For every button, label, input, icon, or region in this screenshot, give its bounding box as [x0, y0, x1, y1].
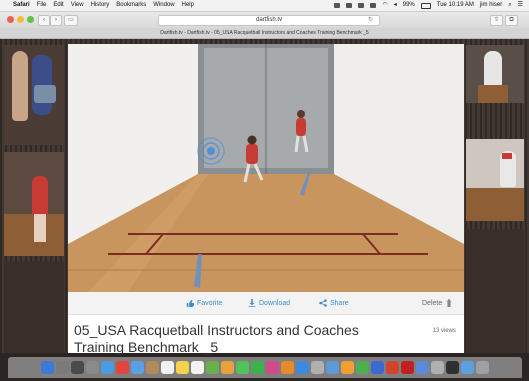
thumbnail-player-cap [502, 153, 512, 159]
reminders-icon[interactable] [191, 361, 204, 374]
finder-icon[interactable] [41, 361, 54, 374]
battery-icon[interactable] [420, 2, 431, 9]
search-icon[interactable]: ⌕ [508, 0, 511, 11]
share-button[interactable]: Share [319, 299, 349, 307]
messages-icon[interactable] [236, 361, 249, 374]
powerpoint-icon[interactable] [386, 361, 399, 374]
launchpad-icon[interactable] [56, 361, 69, 374]
pages-icon[interactable] [341, 361, 354, 374]
menu-bookmarks[interactable]: Bookmarks [116, 0, 146, 11]
thumbnail-left-top[interactable] [4, 45, 64, 145]
movie-icon[interactable] [446, 361, 459, 374]
window-minimize-button[interactable] [17, 16, 24, 23]
thumbnail-player [32, 176, 48, 216]
photos-icon[interactable] [221, 361, 234, 374]
menu-bar: Safari File Edit View History Bookmarks … [0, 0, 529, 12]
share-toolbar-button[interactable]: ⇧ [490, 15, 503, 26]
menu-window[interactable]: Window [153, 0, 174, 11]
menu-app-name[interactable]: Safari [13, 0, 30, 11]
window-maximize-button[interactable] [27, 16, 34, 23]
thumbnail-right-top[interactable] [466, 45, 524, 103]
thumbnail-figure [12, 51, 28, 121]
address-url: dartfish.tv [255, 17, 282, 23]
video-player[interactable] [68, 44, 464, 292]
notification-center-icon[interactable]: ☰ [518, 0, 523, 11]
safari-icon[interactable] [101, 361, 114, 374]
mail-icon[interactable] [131, 361, 144, 374]
status-icon-3[interactable] [358, 3, 365, 8]
thumbnail-left-3[interactable] [4, 261, 64, 353]
video-info-panel: Favorite Download Share Delete 05_USA Ra… [68, 292, 464, 355]
thumbnail-right-bottom[interactable] [466, 139, 524, 221]
status-icon-2[interactable] [346, 3, 353, 8]
download-button[interactable]: Download [248, 299, 290, 307]
view-count: 13 views [432, 328, 456, 334]
video-action-bar: Favorite Download Share Delete [68, 292, 464, 315]
address-bar[interactable]: dartfish.tv ↻ [158, 15, 380, 26]
downloads-icon[interactable] [461, 361, 474, 374]
favorite-button[interactable]: Favorite [186, 299, 222, 307]
help-icon[interactable] [311, 361, 324, 374]
maps-icon[interactable] [206, 361, 219, 374]
racquetball-court-frame [68, 44, 464, 292]
reload-icon[interactable]: ↻ [368, 16, 373, 25]
download-label: Download [259, 299, 291, 307]
battery-percent[interactable]: 99% [403, 0, 415, 11]
app-store-icon[interactable] [296, 361, 309, 374]
numbers-icon[interactable] [356, 361, 369, 374]
system-preferences-icon[interactable] [86, 361, 99, 374]
contacts-icon[interactable] [146, 361, 159, 374]
thumbnail-shorts [34, 85, 56, 103]
delete-label: Delete [422, 299, 443, 307]
ibooks-icon[interactable] [281, 361, 294, 374]
preview-icon[interactable] [326, 361, 339, 374]
tab-title[interactable]: Dartfish.tv - Dartfish.tv - 05_USA Racqu… [160, 30, 368, 36]
dock [8, 357, 522, 378]
trash-icon [446, 299, 452, 307]
acrobat-icon[interactable] [401, 361, 414, 374]
thumbnail-left-bottom[interactable] [4, 152, 64, 256]
thumbnail-floor [466, 188, 524, 221]
menu-edit[interactable]: Edit [53, 0, 63, 11]
chrome-icon[interactable] [116, 361, 129, 374]
keynote-icon[interactable] [371, 361, 384, 374]
status-icon-1[interactable] [334, 3, 341, 8]
itunes-icon[interactable] [266, 361, 279, 374]
facetime-icon[interactable] [251, 361, 264, 374]
user-name[interactable]: jim hiser [480, 0, 502, 11]
video-title-line2: Training Benchmark _5 [74, 339, 219, 355]
download-icon [248, 299, 256, 307]
sidebar-button[interactable]: ▭ [64, 15, 78, 26]
forward-button[interactable]: › [50, 15, 62, 26]
volume-icon[interactable]: ◂ [394, 0, 397, 11]
delete-button[interactable]: Delete [422, 299, 453, 307]
thumbnail-player-legs [34, 214, 46, 242]
status-icon-4[interactable] [370, 3, 377, 8]
thumbnail-player [484, 51, 502, 87]
tabs-overview-button[interactable]: ⧉ [505, 15, 518, 26]
calendar-icon[interactable] [161, 361, 174, 374]
thumbs-up-icon [186, 299, 194, 307]
back-button[interactable]: ‹ [38, 15, 50, 26]
favorite-label: Favorite [197, 299, 223, 307]
wifi-icon[interactable]: ◠ [382, 0, 387, 11]
window-close-button[interactable] [7, 16, 14, 23]
menu-help[interactable]: Help [182, 0, 194, 11]
mission-control-icon[interactable] [71, 361, 84, 374]
notes-icon[interactable] [176, 361, 189, 374]
thumbnail-right-3[interactable] [466, 229, 524, 353]
browser-toolbar: ‹ › ▭ dartfish.tv ↻ ⇧ ⧉ [0, 12, 529, 28]
trash-icon[interactable] [476, 361, 489, 374]
finder-folder-icon[interactable] [416, 361, 429, 374]
menu-history[interactable]: History [91, 0, 110, 11]
help-icon-2[interactable] [431, 361, 444, 374]
menu-file[interactable]: File [37, 0, 47, 11]
share-icon [319, 299, 327, 307]
thumbnail-floor [478, 85, 508, 103]
video-title: 05_USA Racquetball Instructors and Coach… [74, 322, 359, 338]
clock[interactable]: Tue 10:19 AM [437, 0, 474, 11]
share-label: Share [330, 299, 349, 307]
menu-view[interactable]: View [71, 0, 84, 11]
tab-bar: Dartfish.tv - Dartfish.tv - 05_USA Racqu… [0, 28, 529, 39]
